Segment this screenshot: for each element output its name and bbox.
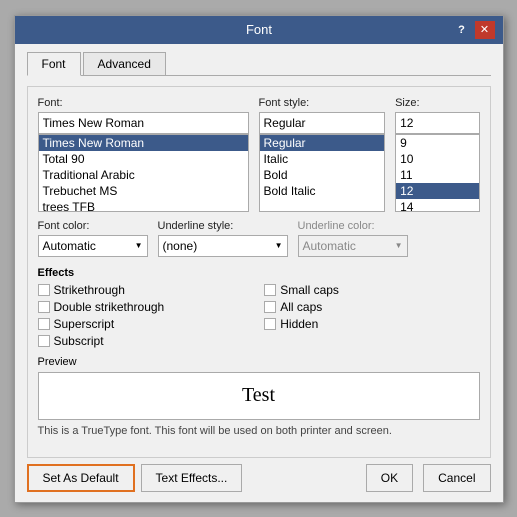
chevron-down-icon: ▼ (135, 241, 143, 250)
text-effects-button[interactable]: Text Effects... (141, 464, 243, 492)
preview-box: Test (38, 372, 480, 420)
effects-title: Effects (38, 267, 480, 279)
underline-style-value: (none) (163, 239, 198, 253)
tab-font[interactable]: Font (27, 52, 81, 76)
hidden-label: Hidden (280, 317, 318, 331)
preview-note: This is a TrueType font. This font will … (38, 425, 480, 437)
subscript-item: Subscript (38, 334, 165, 348)
set-as-default-button[interactable]: Set As Default (27, 464, 135, 492)
list-item[interactable]: 14 (396, 199, 478, 212)
underline-style-label: Underline style: (158, 220, 288, 232)
tab-bar: Font Advanced (27, 52, 491, 76)
underline-color-select[interactable]: Automatic ▼ (298, 235, 408, 257)
list-item[interactable]: Bold Italic (260, 183, 385, 199)
button-row: Set As Default Text Effects... OK Cancel (27, 458, 491, 492)
tab-content: Font: Times New Roman Total 90 Tradition… (27, 86, 491, 458)
dialog-title: Font (67, 22, 452, 37)
small-caps-label: Small caps (280, 283, 339, 297)
underline-color-label: Underline color: (298, 220, 408, 232)
effects-left-col: Strikethrough Double strikethrough Super… (38, 283, 165, 348)
list-item[interactable]: Times New Roman (39, 135, 248, 151)
underline-color-value: Automatic (303, 239, 356, 253)
font-style-group: Font style: Regular Italic Bold Bold Ita… (259, 97, 386, 212)
strikethrough-item: Strikethrough (38, 283, 165, 297)
font-size-label: Size: (395, 97, 479, 109)
font-name-input[interactable] (38, 112, 249, 134)
title-bar: Font ? ✕ (15, 16, 503, 44)
superscript-label: Superscript (54, 317, 115, 331)
list-item[interactable]: Traditional Arabic (39, 167, 248, 183)
chevron-down-icon: ▼ (275, 241, 283, 250)
effects-section: Effects Strikethrough Double strikethrou… (38, 267, 480, 348)
superscript-item: Superscript (38, 317, 165, 331)
list-item[interactable]: Bold (260, 167, 385, 183)
superscript-checkbox[interactable] (38, 318, 50, 330)
effects-grid: Strikethrough Double strikethrough Super… (38, 283, 480, 348)
cancel-button[interactable]: Cancel (423, 464, 490, 492)
font-name-listbox[interactable]: Times New Roman Total 90 Traditional Ara… (38, 134, 249, 212)
list-item[interactable]: Trebuchet MS (39, 183, 248, 199)
font-style-listbox[interactable]: Regular Italic Bold Bold Italic (259, 134, 386, 212)
strikethrough-label: Strikethrough (54, 283, 125, 297)
hidden-item: Hidden (264, 317, 339, 331)
help-button[interactable]: ? (452, 21, 472, 39)
list-item[interactable]: 9 (396, 135, 478, 151)
font-dialog: Font ? ✕ Font Advanced Font: Times New R… (14, 15, 504, 503)
font-size-group: Size: 9 10 11 12 14 (395, 97, 479, 212)
small-caps-checkbox[interactable] (264, 284, 276, 296)
chevron-down-icon: ▼ (395, 241, 403, 250)
hidden-checkbox[interactable] (264, 318, 276, 330)
underline-color-group: Underline color: Automatic ▼ (298, 220, 408, 257)
font-style-label: Font style: (259, 97, 386, 109)
list-item[interactable]: Total 90 (39, 151, 248, 167)
all-caps-checkbox[interactable] (264, 301, 276, 313)
close-button[interactable]: ✕ (475, 21, 495, 39)
subscript-checkbox[interactable] (38, 335, 50, 347)
preview-section: Preview Test This is a TrueType font. Th… (38, 356, 480, 437)
dropdowns-row: Font color: Automatic ▼ Underline style:… (38, 220, 480, 257)
font-color-value: Automatic (43, 239, 96, 253)
tab-advanced[interactable]: Advanced (83, 52, 166, 75)
font-size-input[interactable] (395, 112, 479, 134)
font-style-input[interactable] (259, 112, 386, 134)
list-item[interactable]: 11 (396, 167, 478, 183)
subscript-label: Subscript (54, 334, 104, 348)
list-item[interactable]: trees TFB (39, 199, 248, 212)
dialog-body: Font Advanced Font: Times New Roman Tota… (15, 44, 503, 502)
list-item[interactable]: Italic (260, 151, 385, 167)
all-caps-label: All caps (280, 300, 322, 314)
preview-text: Test (242, 384, 275, 407)
preview-label: Preview (38, 356, 480, 368)
double-strikethrough-checkbox[interactable] (38, 301, 50, 313)
list-item[interactable]: 10 (396, 151, 478, 167)
font-color-select[interactable]: Automatic ▼ (38, 235, 148, 257)
font-fields-row: Font: Times New Roman Total 90 Tradition… (38, 97, 480, 212)
list-item[interactable]: 12 (396, 183, 478, 199)
all-caps-item: All caps (264, 300, 339, 314)
font-color-label: Font color: (38, 220, 148, 232)
underline-style-group: Underline style: (none) ▼ (158, 220, 288, 257)
effects-right-col: Small caps All caps Hidden (264, 283, 339, 348)
underline-style-select[interactable]: (none) ▼ (158, 235, 288, 257)
small-caps-item: Small caps (264, 283, 339, 297)
font-color-group: Font color: Automatic ▼ (38, 220, 148, 257)
double-strikethrough-item: Double strikethrough (38, 300, 165, 314)
list-item[interactable]: Regular (260, 135, 385, 151)
font-size-listbox[interactable]: 9 10 11 12 14 (395, 134, 479, 212)
double-strikethrough-label: Double strikethrough (54, 300, 165, 314)
ok-button[interactable]: OK (366, 464, 413, 492)
font-name-group: Font: Times New Roman Total 90 Tradition… (38, 97, 249, 212)
strikethrough-checkbox[interactable] (38, 284, 50, 296)
font-name-label: Font: (38, 97, 249, 109)
